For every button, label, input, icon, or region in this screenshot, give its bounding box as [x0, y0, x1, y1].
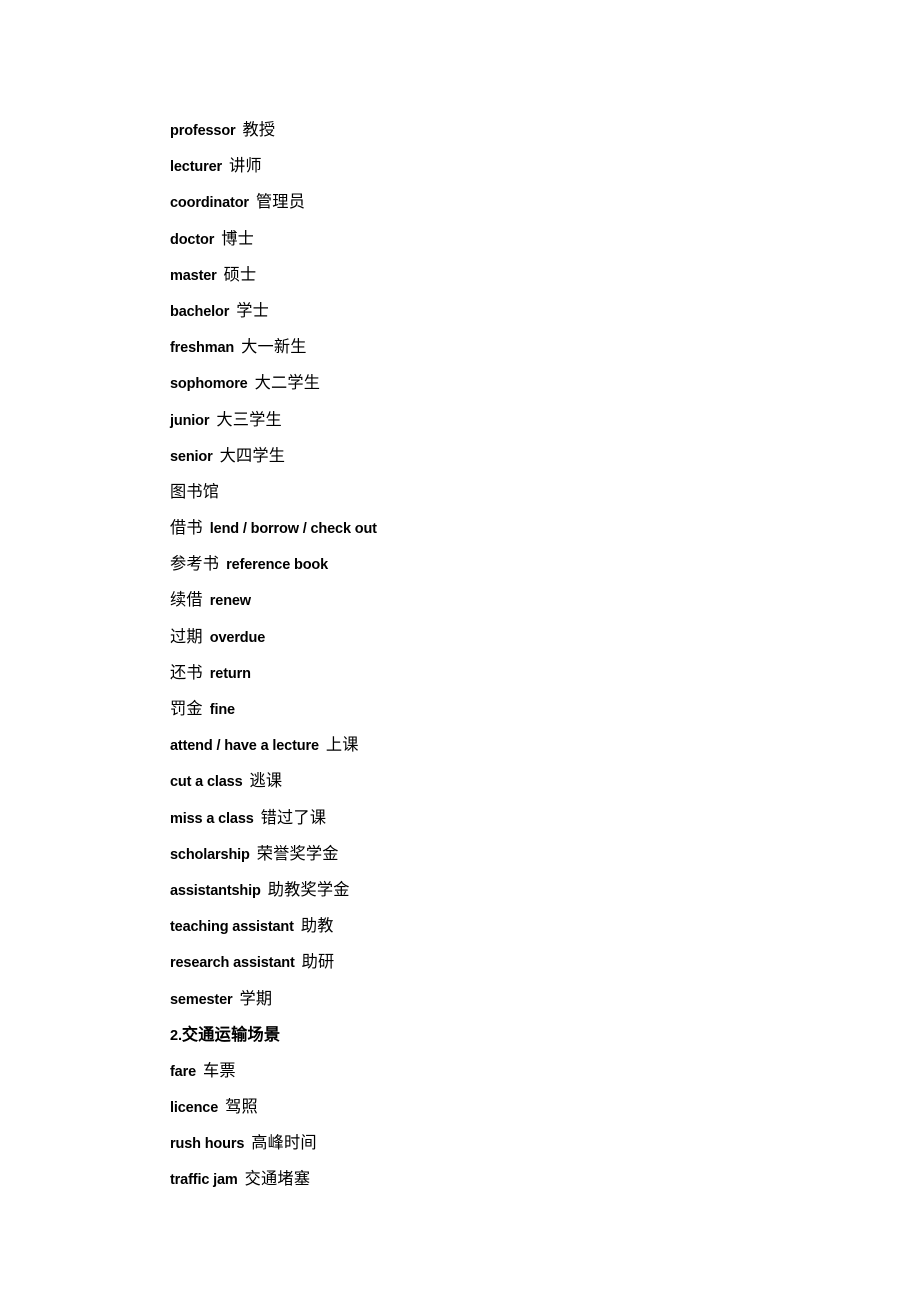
vocabulary-entry: bachelor 学士 [170, 293, 870, 329]
chinese-term: 车票 [203, 1061, 236, 1080]
vocabulary-entry: cut a class 逃课 [170, 763, 870, 799]
english-term: lend / borrow / check out [209, 521, 377, 538]
english-term: bachelor [170, 303, 230, 320]
chinese-term: 图书馆 [170, 482, 220, 501]
vocabulary-entry: master 硕士 [170, 257, 870, 293]
vocabulary-entry: 图书馆 [170, 474, 870, 510]
vocabulary-entry: coordinator 管理员 [170, 184, 870, 220]
chinese-term: 大一新生 [241, 338, 307, 357]
english-term: cut a class [170, 774, 243, 791]
chinese-term: 讲师 [229, 157, 262, 176]
english-term: traffic jam [170, 1172, 238, 1189]
english-term: reference book [226, 557, 329, 574]
english-term: semester [170, 991, 233, 1008]
chinese-term: 学期 [239, 989, 273, 1008]
chinese-term: 博士 [221, 229, 254, 248]
english-term: lecturer [170, 159, 222, 176]
vocabulary-entry: doctor 博士 [170, 221, 870, 257]
english-term: coordinator [170, 195, 249, 212]
chinese-term: 罚金 [170, 700, 203, 718]
english-term: fine [209, 702, 235, 718]
english-term: senior [170, 448, 213, 465]
chinese-term: 大三学生 [216, 410, 282, 429]
english-term: doctor [170, 231, 215, 248]
chinese-term: 助教 [300, 917, 334, 936]
chinese-term: 过期 [170, 627, 203, 646]
vocabulary-entry: 续借 renew [170, 582, 870, 618]
vocabulary-entry: research assistant 助研 [170, 944, 870, 980]
vocabulary-list: professor 教授 lecturer 讲师 coordinator 管理员 docto… [170, 112, 870, 1198]
chinese-term: 荣誉奖学金 [256, 844, 339, 863]
vocabulary-entry: licence 驾照 [170, 1089, 870, 1125]
chinese-term: 硕士 [223, 265, 257, 284]
chinese-term: 助研 [301, 953, 335, 972]
heading-text: 交通运输场景 [181, 1025, 281, 1044]
chinese-term: 借书 [170, 519, 203, 538]
chinese-term: 高峰时间 [251, 1134, 317, 1153]
english-term: teaching assistant [170, 919, 294, 936]
english-term: return [209, 665, 251, 682]
chinese-term: 逃课 [249, 772, 283, 791]
vocabulary-entry: senior 大四学生 [170, 438, 870, 474]
vocabulary-entry: traffic jam 交通堵塞 [170, 1161, 870, 1197]
english-term: miss a class [170, 810, 254, 827]
vocabulary-entry: 参考书 reference book [170, 546, 870, 582]
vocabulary-entry: fare 车票 [170, 1053, 870, 1089]
vocabulary-entry: professor 教授 [170, 112, 870, 148]
vocabulary-entry: rush hours 高峰时间 [170, 1125, 870, 1161]
vocabulary-entry: teaching assistant 助教 [170, 908, 870, 944]
vocabulary-entry: sophomore 大二学生 [170, 365, 870, 401]
english-term: rush hours [170, 1136, 245, 1153]
chinese-term: 学士 [236, 301, 270, 320]
document-page: professor 教授 lecturer 讲师 coordinator 管理员 docto… [0, 0, 920, 1302]
english-term: master [170, 267, 217, 284]
english-term: junior [170, 412, 210, 429]
chinese-term: 驾照 [225, 1098, 258, 1117]
vocabulary-entry: 罚金 fine [170, 691, 870, 727]
english-term: research assistant [170, 955, 295, 972]
english-term: fare [170, 1063, 196, 1080]
english-term: professor [170, 123, 236, 139]
vocabulary-entry: assistantship 助教奖学金 [170, 872, 870, 908]
chinese-term: 大四学生 [219, 446, 286, 465]
vocabulary-entry: attend / have a lecture 上课 [170, 727, 870, 763]
chinese-term: 交通堵塞 [244, 1170, 311, 1189]
chinese-term: 参考书 [170, 555, 220, 574]
vocabulary-entry: scholarship 荣誉奖学金 [170, 836, 870, 872]
chinese-term: 上课 [325, 736, 359, 755]
chinese-term: 助教奖学金 [267, 880, 350, 899]
vocabulary-entry: 借书 lend / borrow / check out [170, 510, 870, 546]
vocabulary-entry: lecturer 讲师 [170, 148, 870, 184]
chinese-term: 续借 [170, 591, 203, 610]
chinese-term: 教授 [242, 121, 276, 139]
english-term: assistantship [170, 882, 261, 899]
chinese-term: 还书 [170, 663, 203, 682]
vocabulary-entry: 还书 return [170, 655, 870, 691]
english-term: overdue [209, 629, 266, 646]
vocabulary-entry: semester 学期 [170, 981, 870, 1017]
english-term: freshman [170, 340, 235, 357]
vocabulary-entry: 过期 overdue [170, 619, 870, 655]
vocabulary-entry: junior 大三学生 [170, 402, 870, 438]
english-term: licence [170, 1100, 219, 1117]
english-term: sophomore [170, 376, 248, 393]
vocabulary-entry: freshman 大一新生 [170, 329, 870, 365]
chinese-term: 管理员 [255, 193, 306, 212]
heading-number: 2. [170, 1027, 182, 1044]
english-term: renew [209, 593, 251, 610]
chinese-term: 错过了课 [260, 808, 327, 827]
chinese-term: 大二学生 [254, 374, 321, 393]
english-term: attend / have a lecture [170, 738, 319, 755]
section-heading: 2.交通运输场景 [170, 1017, 870, 1053]
english-term: scholarship [170, 846, 250, 863]
vocabulary-entry: miss a class 错过了课 [170, 800, 870, 836]
